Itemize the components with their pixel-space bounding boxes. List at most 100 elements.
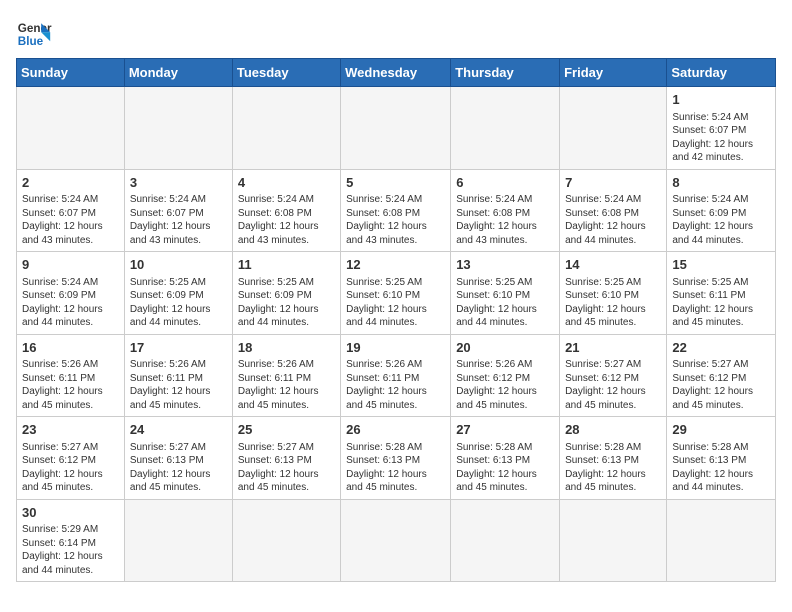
day-number: 21 [565,339,661,357]
calendar-cell: 27 Sunrise: 5:28 AM Sunset: 6:13 PM Dayli… [451,417,560,500]
calendar-cell: 11 Sunrise: 5:25 AM Sunset: 6:09 PM Dayli… [232,252,340,335]
day-number: 27 [456,421,554,439]
day-number: 2 [22,174,119,192]
day-number: 16 [22,339,119,357]
day-info: Sunrise: 5:28 AM Sunset: 6:13 PM Dayligh… [346,441,445,495]
day-info: Sunrise: 5:27 AM Sunset: 6:12 PM Dayligh… [672,358,770,412]
day-info: Sunrise: 5:24 AM Sunset: 6:09 PM Dayligh… [22,276,119,330]
calendar-table: SundayMondayTuesdayWednesdayThursdayFrid… [16,58,776,582]
calendar-cell: 15 Sunrise: 5:25 AM Sunset: 6:11 PM Dayli… [667,252,776,335]
day-number: 19 [346,339,445,357]
calendar-cell: 23 Sunrise: 5:27 AM Sunset: 6:12 PM Dayli… [17,417,125,500]
calendar-cell: 18Sunrise: 5:26 AM Sunset: 6:11 PM Dayli… [232,334,340,417]
day-number: 13 [456,256,554,274]
day-info: Sunrise: 5:24 AM Sunset: 6:08 PM Dayligh… [346,193,445,247]
day-info: Sunrise: 5:27 AM Sunset: 6:12 PM Dayligh… [565,358,661,412]
calendar-cell: 6Sunrise: 5:24 AM Sunset: 6:08 PM Daylig… [451,169,560,252]
day-number: 23 [22,421,119,439]
day-header-friday: Friday [560,59,667,87]
day-number: 14 [565,256,661,274]
day-header-wednesday: Wednesday [341,59,451,87]
day-info: Sunrise: 5:24 AM Sunset: 6:07 PM Dayligh… [130,193,227,247]
day-info: Sunrise: 5:27 AM Sunset: 6:12 PM Dayligh… [22,441,119,495]
calendar-cell: 30Sunrise: 5:29 AM Sunset: 6:14 PM Dayli… [17,499,125,582]
day-header-thursday: Thursday [451,59,560,87]
header-row: SundayMondayTuesdayWednesdayThursdayFrid… [17,59,776,87]
calendar-cell: 2Sunrise: 5:24 AM Sunset: 6:07 PM Daylig… [17,169,125,252]
day-info: Sunrise: 5:25 AM Sunset: 6:11 PM Dayligh… [672,276,770,330]
calendar-cell: 13Sunrise: 5:25 AM Sunset: 6:10 PM Dayli… [451,252,560,335]
day-info: Sunrise: 5:26 AM Sunset: 6:11 PM Dayligh… [22,358,119,412]
day-number: 4 [238,174,335,192]
day-info: Sunrise: 5:24 AM Sunset: 6:07 PM Dayligh… [672,111,770,165]
day-info: Sunrise: 5:26 AM Sunset: 6:12 PM Dayligh… [456,358,554,412]
day-number: 1 [672,91,770,109]
calendar-cell: 3Sunrise: 5:24 AM Sunset: 6:07 PM Daylig… [124,169,232,252]
calendar-cell [560,87,667,170]
day-number: 22 [672,339,770,357]
week-row-3: 16Sunrise: 5:26 AM Sunset: 6:11 PM Dayli… [17,334,776,417]
calendar-cell: 19Sunrise: 5:26 AM Sunset: 6:11 PM Dayli… [341,334,451,417]
calendar-cell: 28 Sunrise: 5:28 AM Sunset: 6:13 PM Dayli… [560,417,667,500]
logo: General Blue [16,16,52,52]
day-number: 15 [672,256,770,274]
day-number: 26 [346,421,445,439]
week-row-5: 30Sunrise: 5:29 AM Sunset: 6:14 PM Dayli… [17,499,776,582]
week-row-4: 23 Sunrise: 5:27 AM Sunset: 6:12 PM Dayli… [17,417,776,500]
day-number: 12 [346,256,445,274]
calendar-cell: 10 Sunrise: 5:25 AM Sunset: 6:09 PM Dayli… [124,252,232,335]
day-number: 10 [130,256,227,274]
calendar-cell: 16Sunrise: 5:26 AM Sunset: 6:11 PM Dayli… [17,334,125,417]
day-info: Sunrise: 5:25 AM Sunset: 6:09 PM Dayligh… [238,276,335,330]
day-info: Sunrise: 5:27 AM Sunset: 6:13 PM Dayligh… [238,441,335,495]
day-number: 5 [346,174,445,192]
day-info: Sunrise: 5:26 AM Sunset: 6:11 PM Dayligh… [130,358,227,412]
calendar-cell [667,499,776,582]
day-info: Sunrise: 5:24 AM Sunset: 6:08 PM Dayligh… [456,193,554,247]
day-info: Sunrise: 5:28 AM Sunset: 6:13 PM Dayligh… [672,441,770,495]
logo-icon: General Blue [16,16,52,52]
day-number: 20 [456,339,554,357]
day-info: Sunrise: 5:24 AM Sunset: 6:09 PM Dayligh… [672,193,770,247]
day-header-tuesday: Tuesday [232,59,340,87]
calendar-cell [451,87,560,170]
day-number: 9 [22,256,119,274]
calendar-cell: 4Sunrise: 5:24 AM Sunset: 6:08 PM Daylig… [232,169,340,252]
day-header-sunday: Sunday [17,59,125,87]
calendar-cell [17,87,125,170]
header: General Blue [16,16,776,52]
calendar-cell: 7Sunrise: 5:24 AM Sunset: 6:08 PM Daylig… [560,169,667,252]
day-info: Sunrise: 5:28 AM Sunset: 6:13 PM Dayligh… [456,441,554,495]
week-row-1: 2 Sunrise: 5:24 AM Sunset: 6:07 PM Daylig… [17,169,776,252]
day-header-monday: Monday [124,59,232,87]
calendar-cell [124,87,232,170]
calendar-cell [232,499,340,582]
day-info: Sunrise: 5:26 AM Sunset: 6:11 PM Dayligh… [346,358,445,412]
calendar-cell: 8Sunrise: 5:24 AM Sunset: 6:09 PM Daylig… [667,169,776,252]
day-info: Sunrise: 5:25 AM Sunset: 6:10 PM Dayligh… [346,276,445,330]
week-row-0: 1 Sunrise: 5:24 AM Sunset: 6:07 PM Daylig… [17,87,776,170]
calendar-cell [341,87,451,170]
day-info: Sunrise: 5:25 AM Sunset: 6:09 PM Dayligh… [130,276,227,330]
calendar-cell: 20Sunrise: 5:26 AM Sunset: 6:12 PM Dayli… [451,334,560,417]
calendar-cell [451,499,560,582]
day-info: Sunrise: 5:29 AM Sunset: 6:14 PM Dayligh… [22,523,119,577]
calendar-cell: 24Sunrise: 5:27 AM Sunset: 6:13 PM Dayli… [124,417,232,500]
day-info: Sunrise: 5:28 AM Sunset: 6:13 PM Dayligh… [565,441,661,495]
calendar-cell [560,499,667,582]
day-number: 24 [130,421,227,439]
day-number: 17 [130,339,227,357]
calendar-cell: 26 Sunrise: 5:28 AM Sunset: 6:13 PM Dayli… [341,417,451,500]
calendar-cell [341,499,451,582]
day-number: 28 [565,421,661,439]
calendar-cell: 17Sunrise: 5:26 AM Sunset: 6:11 PM Dayli… [124,334,232,417]
calendar-cell: 5Sunrise: 5:24 AM Sunset: 6:08 PM Daylig… [341,169,451,252]
day-number: 30 [22,504,119,522]
calendar-cell: 9 Sunrise: 5:24 AM Sunset: 6:09 PM Daylig… [17,252,125,335]
day-number: 7 [565,174,661,192]
svg-text:Blue: Blue [18,35,44,48]
day-number: 11 [238,256,335,274]
day-header-saturday: Saturday [667,59,776,87]
calendar-cell: 21Sunrise: 5:27 AM Sunset: 6:12 PM Dayli… [560,334,667,417]
day-number: 29 [672,421,770,439]
